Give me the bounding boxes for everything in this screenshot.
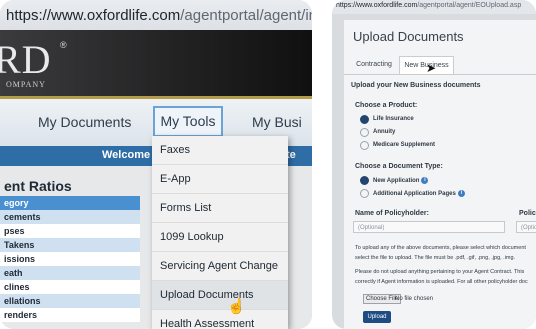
logo-company: OMPANY <box>6 80 46 89</box>
upload-button[interactable]: Upload <box>363 311 391 323</box>
ratio-row: egory <box>0 196 140 210</box>
info-icon[interactable]: i <box>421 177 429 184</box>
doc-type-label: Choose a Document Type: <box>355 163 443 170</box>
welcome-text: Welcome <box>102 149 151 161</box>
radio-medicare-supplement[interactable] <box>360 141 369 150</box>
section-heading: Upload your New Business documents <box>351 82 481 89</box>
address-bar[interactable]: https://www.oxfordlife.com/agentportal/a… <box>332 0 536 14</box>
policyholder-input[interactable]: (Optional) <box>353 221 505 233</box>
radio-additional-pages[interactable] <box>360 189 369 198</box>
nav-my-tools[interactable]: My Tools <box>153 106 223 137</box>
ratio-row: cements <box>0 210 140 224</box>
no-file-text: No file chosen <box>395 296 434 302</box>
policy-number-input[interactable]: (Optio <box>516 221 536 233</box>
page-title: Upload Documents <box>353 29 464 44</box>
product-option-label: Life Insurance <box>373 116 414 122</box>
instructions-line: Please do not upload anything pertaining… <box>355 269 525 275</box>
info-icon[interactable]: i <box>457 190 465 197</box>
my-tools-dropdown: Faxes E-App Forms List 1099 Lookup Servi… <box>152 136 288 329</box>
menu-item-1099-lookup[interactable]: 1099 Lookup <box>152 223 288 252</box>
instructions-line: select the file to upload. The file must… <box>355 255 516 261</box>
tabs-divider <box>344 74 536 75</box>
ratio-row: clines <box>0 280 140 294</box>
logo-registered-mark: ® <box>60 40 67 50</box>
instructions-line: To upload any of the above documents, pl… <box>355 245 526 251</box>
ratios-title: ent Ratios <box>4 178 72 194</box>
logo-letters: RD <box>0 37 52 82</box>
instructions-line: correctly if Agent information is upload… <box>355 279 528 285</box>
radio-life-insurance[interactable] <box>360 115 369 124</box>
product-label: Choose a Product: <box>355 102 418 109</box>
product-option-label: Annuity <box>373 129 396 135</box>
right-screen-photo: https://www.oxfordlife.com/agentportal/a… <box>332 0 536 329</box>
menu-item-faxes[interactable]: Faxes <box>152 136 288 165</box>
nav-my-business[interactable]: My Busi <box>252 114 302 130</box>
ratio-row: issions <box>0 252 140 266</box>
address-url: https://www.oxfordlife.com/agentportal/a… <box>6 7 312 24</box>
menu-item-servicing-agent-change[interactable]: Servicing Agent Change <box>152 252 288 281</box>
address-bar[interactable]: https://www.oxfordlife.com/agentportal/a… <box>0 0 312 30</box>
ratio-row: ellations <box>0 294 140 308</box>
ratio-row: Takens <box>0 238 140 252</box>
ratio-row: pses <box>0 224 140 238</box>
arrow-cursor-icon: ➤ <box>426 61 437 75</box>
radio-annuity[interactable] <box>360 128 369 137</box>
menu-item-forms-list[interactable]: Forms List <box>152 194 288 223</box>
menu-item-e-app[interactable]: E-App <box>152 165 288 194</box>
doc-type-option-label: New Application i <box>373 177 429 184</box>
ratio-row: renders <box>0 308 140 322</box>
site-banner: RD ® OMPANY <box>0 30 312 96</box>
doc-type-option-label: Additional Application Pages i <box>373 190 465 197</box>
menu-item-health-assessment[interactable]: Health Assessment <box>152 310 288 329</box>
upload-panel: Upload Documents Contracting New Busines… <box>344 20 536 329</box>
product-option-label: Medicare Supplement <box>373 142 436 148</box>
nav-my-documents[interactable]: My Documents <box>38 114 131 130</box>
tab-contracting[interactable]: Contracting <box>349 56 399 74</box>
left-screen-photo: https://www.oxfordlife.com/agentportal/a… <box>0 0 312 329</box>
menu-item-upload-documents[interactable]: Upload Documents ☝ <box>152 281 288 315</box>
radio-new-application[interactable] <box>360 176 369 185</box>
address-url: https://www.oxfordlife.com/agentportal/a… <box>336 2 522 9</box>
policyholder-label: Name of Policyholder: <box>355 210 429 217</box>
ratio-row: eath <box>0 266 140 280</box>
policy-number-label: Polic <box>519 210 536 217</box>
